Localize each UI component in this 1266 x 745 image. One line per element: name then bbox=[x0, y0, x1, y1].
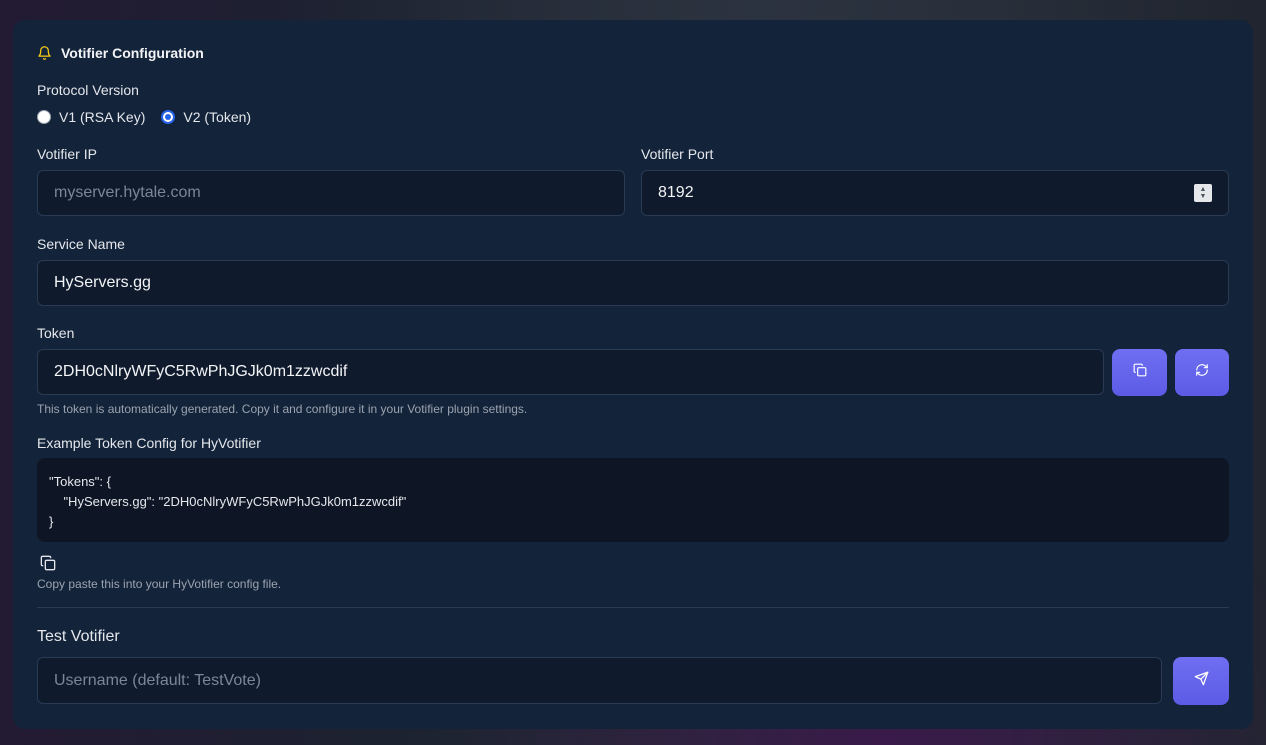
stepper-up-icon[interactable]: ▲ bbox=[1200, 186, 1207, 193]
votifier-ip-label: Votifier IP bbox=[37, 146, 97, 162]
protocol-radio-group: V1 (RSA Key) V2 (Token) bbox=[37, 109, 251, 125]
radio-v2-label[interactable]: V2 (Token) bbox=[183, 109, 251, 125]
votifier-config-card: Votifier Configuration Protocol Version … bbox=[13, 20, 1253, 729]
test-username-placeholder: Username (default: TestVote) bbox=[54, 671, 261, 689]
card-title: Votifier Configuration bbox=[61, 45, 204, 61]
radio-v2[interactable] bbox=[161, 110, 176, 124]
votifier-port-value: 8192 bbox=[658, 184, 694, 201]
bell-icon bbox=[37, 45, 52, 61]
token-input[interactable]: 2DH0cNlryWFyC5RwPhJGJk0m1zzwcdif bbox=[37, 349, 1104, 395]
stepper-down-icon[interactable]: ▼ bbox=[1200, 193, 1207, 200]
refresh-icon bbox=[1195, 363, 1209, 382]
votifier-ip-input[interactable]: myserver.hytale.com bbox=[37, 170, 625, 216]
port-stepper[interactable]: ▲ ▼ bbox=[1194, 184, 1212, 202]
regenerate-token-button[interactable] bbox=[1175, 349, 1229, 396]
copy-icon bbox=[1133, 363, 1147, 382]
test-votifier-title: Test Votifier bbox=[37, 628, 120, 645]
config-help-text: Copy paste this into your HyVotifier con… bbox=[37, 577, 282, 591]
service-name-input[interactable]: HyServers.gg bbox=[37, 260, 1229, 306]
service-name-value: HyServers.gg bbox=[54, 274, 151, 291]
send-icon bbox=[1194, 671, 1209, 691]
token-help-text: This token is automatically generated. C… bbox=[37, 402, 528, 416]
votifier-ip-placeholder: myserver.hytale.com bbox=[54, 184, 201, 201]
copy-config-icon[interactable] bbox=[40, 555, 56, 576]
votifier-port-input[interactable]: 8192 ▲ ▼ bbox=[641, 170, 1229, 216]
test-username-input[interactable]: Username (default: TestVote) bbox=[37, 657, 1162, 704]
example-config-label: Example Token Config for HyVotifier bbox=[37, 435, 261, 451]
votifier-port-label: Votifier Port bbox=[641, 146, 714, 162]
section-divider bbox=[37, 607, 1229, 608]
token-label: Token bbox=[37, 325, 75, 341]
service-name-label: Service Name bbox=[37, 236, 125, 252]
card-header: Votifier Configuration bbox=[37, 45, 204, 61]
example-config-code: "Tokens": { "HyServers.gg": "2DH0cNlryWF… bbox=[37, 458, 1229, 542]
copy-token-button[interactable] bbox=[1112, 349, 1167, 396]
send-test-vote-button[interactable] bbox=[1173, 657, 1229, 705]
radio-v1-label[interactable]: V1 (RSA Key) bbox=[59, 109, 145, 125]
radio-v1[interactable] bbox=[37, 110, 51, 124]
token-value: 2DH0cNlryWFyC5RwPhJGJk0m1zzwcdif bbox=[54, 363, 348, 380]
protocol-version-label: Protocol Version bbox=[37, 82, 139, 98]
